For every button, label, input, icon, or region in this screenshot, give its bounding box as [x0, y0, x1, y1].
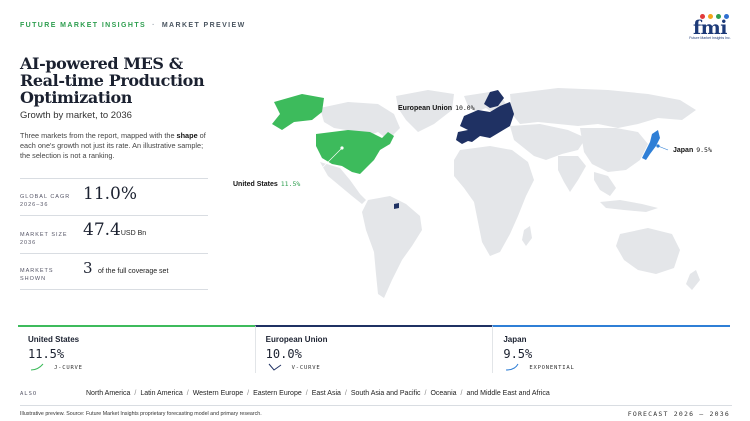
v-curve-icon — [268, 363, 281, 371]
also-separator: / — [134, 390, 137, 397]
brand-name: FUTURE MARKET INSIGHTS — [20, 22, 147, 29]
card-market-name: United States — [28, 335, 80, 344]
market-card-japan: Japan 9.5% EXPONENTIAL — [492, 325, 731, 373]
map-land-africa — [454, 146, 534, 256]
stat-label: MARKET SIZE 2036 — [20, 232, 68, 246]
also-region-item: Latin America — [140, 390, 183, 397]
also-region-item: East Asia — [311, 390, 341, 397]
card-cagr-value: 11.5% — [28, 347, 65, 361]
map-eu-guiana — [394, 203, 399, 209]
card-cagr-value: 10.0% — [265, 347, 302, 361]
stat-global-cagr: GLOBAL CAGR 2026–36 11.0% — [20, 178, 208, 212]
footer-divider — [20, 405, 732, 406]
stat-value: 3 of the full coverage set — [83, 259, 169, 277]
map-land-indonesia — [600, 200, 658, 212]
map-land-new-zealand — [686, 270, 700, 290]
card-growth-shape: V-CURVE — [291, 365, 321, 371]
card-growth-shape: J-CURVE — [54, 365, 83, 371]
map-land-india — [558, 156, 586, 192]
also-separator: / — [305, 390, 308, 397]
also-region-list: North America / Latin America / Western Euro… — [86, 390, 550, 397]
also-separator: / — [247, 390, 250, 397]
stat-value: 11.0% — [83, 184, 138, 204]
kicker-separator: · — [152, 22, 156, 29]
desc-text: Three markets from the report, mapped wi… — [20, 131, 177, 140]
map-land-russia — [510, 88, 696, 128]
also-region-item: North America — [86, 390, 131, 397]
map-label-japan: Japan 9.5% — [673, 146, 712, 154]
japan-leader-line — [657, 145, 669, 151]
map-land-australia — [616, 228, 680, 274]
intro-description: Three markets from the report, mapped wi… — [20, 131, 210, 161]
also-region-item: South Asia and Pacific — [350, 390, 421, 397]
also-regions-row: ALSO North America / Latin America / Western… — [20, 390, 732, 397]
map-land-east-asia — [580, 128, 648, 172]
stat-label: MARKETS SHOWN — [20, 268, 54, 282]
also-separator: / — [424, 390, 427, 397]
report-kicker: FUTURE MARKET INSIGHTS · MARKET PREVIEW — [20, 22, 246, 29]
logo-tagline: Future Market Insights Inc. — [689, 36, 731, 40]
fmi-logo: fmi Future Market Insights Inc. — [686, 14, 734, 44]
map-land-madagascar — [522, 226, 532, 246]
stat-label: GLOBAL CAGR 2026–36 — [20, 194, 71, 208]
card-cagr-value: 9.5% — [503, 347, 533, 361]
map-land-central-asia — [510, 124, 586, 160]
map-land-southeast-asia — [594, 172, 616, 196]
map-us-alaska — [272, 94, 324, 130]
page-subtitle: Growth by market, to 2036 — [20, 110, 132, 121]
market-card-us: United States 11.5% J-CURVE — [18, 325, 255, 373]
world-map — [272, 88, 700, 298]
also-region-item: Oceania — [430, 390, 457, 397]
j-curve-icon — [30, 363, 44, 371]
also-label: ALSO — [20, 390, 38, 397]
also-separator: / — [344, 390, 347, 397]
stat-markets-shown: MARKETS SHOWN 3 of the full coverage set — [20, 253, 208, 290]
eu-marker — [462, 122, 466, 126]
market-cards: United States 11.5% J-CURVE European Uni… — [18, 325, 731, 373]
source-footnote: Illustrative preview. Source: Future Mar… — [20, 411, 262, 417]
stat-value: 47.4USD Bn — [83, 220, 147, 240]
desc-emphasis: shape — [176, 131, 198, 140]
card-growth-shape: EXPONENTIAL — [529, 365, 575, 371]
map-label-us: United States 11.5% — [233, 180, 301, 188]
also-region-item: Eastern Europe — [253, 390, 302, 397]
card-market-name: Japan — [503, 335, 527, 344]
stat-unit: USD Bn — [120, 230, 147, 237]
exponential-curve-icon — [506, 363, 519, 371]
forecast-period: FORECAST 2026 – 2036 — [627, 410, 730, 418]
also-region-item: Western Europe — [192, 390, 244, 397]
map-label-eu: European Union 10.0% — [398, 104, 475, 112]
map-land-south-america — [362, 196, 422, 298]
logo-wordmark: fmi — [693, 17, 728, 39]
market-card-eu: European Union 10.0% V-CURVE — [254, 325, 493, 373]
stat-market-size: MARKET SIZE 2036 47.4USD Bn — [20, 215, 208, 251]
also-separator: / — [186, 390, 189, 397]
page-title: AI-powered MES & Real-time Production Op… — [20, 54, 205, 107]
card-market-name: European Union — [265, 335, 328, 344]
also-separator: / — [460, 390, 463, 397]
kicker-label: MARKET PREVIEW — [161, 22, 246, 29]
also-region-item: and Middle East and Africa — [466, 390, 550, 397]
map-eu-iberia — [456, 130, 470, 144]
stat-note: of the full coverage set — [97, 268, 169, 275]
